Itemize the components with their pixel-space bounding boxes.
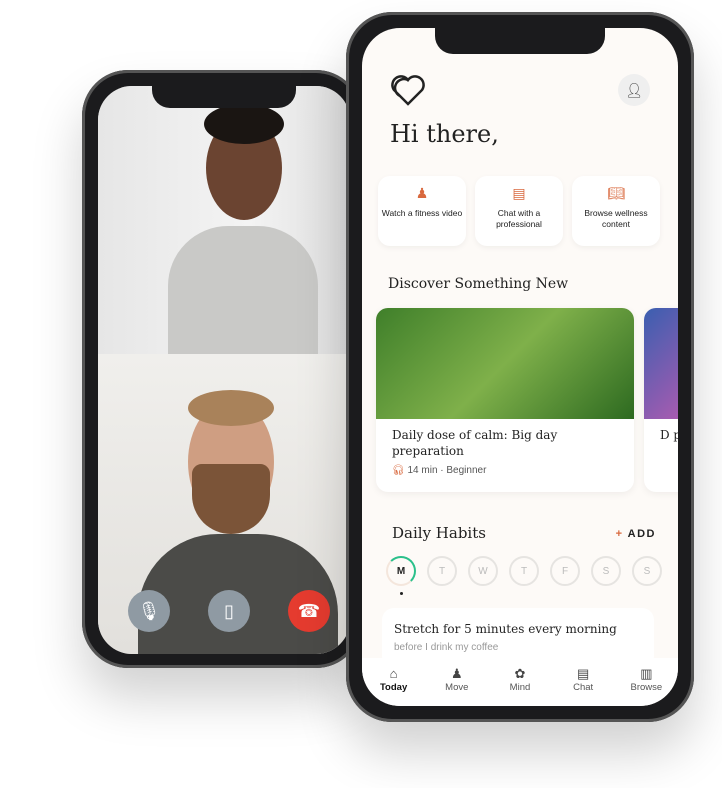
app-phone: 👤︎ Hi there, ♟ Watch a fitness video ▤ Cha… [346, 12, 694, 722]
home-icon: ⌂ [389, 666, 398, 681]
week-days: M T W T F S S [386, 556, 662, 586]
end-call-icon: ☎ [297, 600, 321, 621]
quick-action-browse[interactable]: 📖︎ Browse wellness content [572, 176, 660, 246]
headphones-icon: 🎧︎ [392, 465, 405, 476]
card-title: D p [660, 428, 678, 442]
notch [435, 28, 605, 54]
day-thursday[interactable]: T [509, 556, 539, 586]
logo-heart-icon [390, 74, 426, 111]
day-friday[interactable]: F [550, 556, 580, 586]
user-icon: 👤︎ [625, 81, 643, 98]
video-call-phone: 🎙 ▯ ☎ [82, 70, 362, 668]
card-meta: 14 min · Beginner [407, 465, 487, 476]
notch [152, 86, 296, 108]
app-screen: 👤︎ Hi there, ♟ Watch a fitness video ▤ Cha… [362, 28, 678, 706]
content-card[interactable]: Daily dose of calm: Big day preparation … [376, 308, 634, 492]
fitness-icon: ♟ [415, 185, 429, 201]
mic-button[interactable]: 🎙 [128, 590, 170, 632]
quick-action-fitness[interactable]: ♟ Watch a fitness video [378, 176, 466, 246]
remote-video [98, 86, 350, 366]
move-icon: ♟ [450, 666, 463, 681]
nav-chat[interactable]: ▤ Chat [558, 666, 608, 706]
end-call-button[interactable]: ☎ [288, 590, 330, 632]
device-button[interactable]: ▯ [208, 590, 250, 632]
microphone-icon: 🎙 [137, 600, 161, 621]
profile-button[interactable]: 👤︎ [618, 74, 650, 106]
card-image [376, 308, 634, 419]
brain-icon: ✿ [514, 666, 526, 681]
nav-today[interactable]: ⌂ Today [369, 666, 419, 706]
discover-title: Discover Something New [388, 276, 569, 292]
day-tuesday[interactable]: T [427, 556, 457, 586]
book-icon: 📖︎ [607, 185, 625, 201]
bottom-nav: ⌂ Today ♟ Move ✿ Mind ▤ Chat ▥ Browse [362, 658, 678, 706]
content-card[interactable]: D p [644, 308, 678, 492]
nav-browse[interactable]: ▥ Browse [621, 666, 671, 706]
add-habit-button[interactable]: + ADD [616, 528, 656, 540]
day-sunday[interactable]: S [632, 556, 662, 586]
nav-mind[interactable]: ✿ Mind [495, 666, 545, 706]
habits-title: Daily Habits [392, 524, 486, 542]
phone-device-icon: ▯ [224, 600, 234, 621]
chat-icon: ▤ [577, 666, 590, 681]
card-title: Daily dose of calm: Big day preparation [392, 428, 558, 458]
chat-icon: ▤ [512, 185, 526, 201]
today-dot [400, 592, 403, 595]
day-saturday[interactable]: S [591, 556, 621, 586]
nav-move[interactable]: ♟ Move [432, 666, 482, 706]
day-monday[interactable]: M [386, 556, 416, 586]
greeting: Hi there, [390, 120, 499, 148]
day-wednesday[interactable]: W [468, 556, 498, 586]
book-icon: ▥ [640, 666, 653, 681]
quick-action-chat[interactable]: ▤ Chat with a professional [475, 176, 563, 246]
card-image [644, 308, 678, 419]
video-call-screen: 🎙 ▯ ☎ [98, 86, 350, 654]
